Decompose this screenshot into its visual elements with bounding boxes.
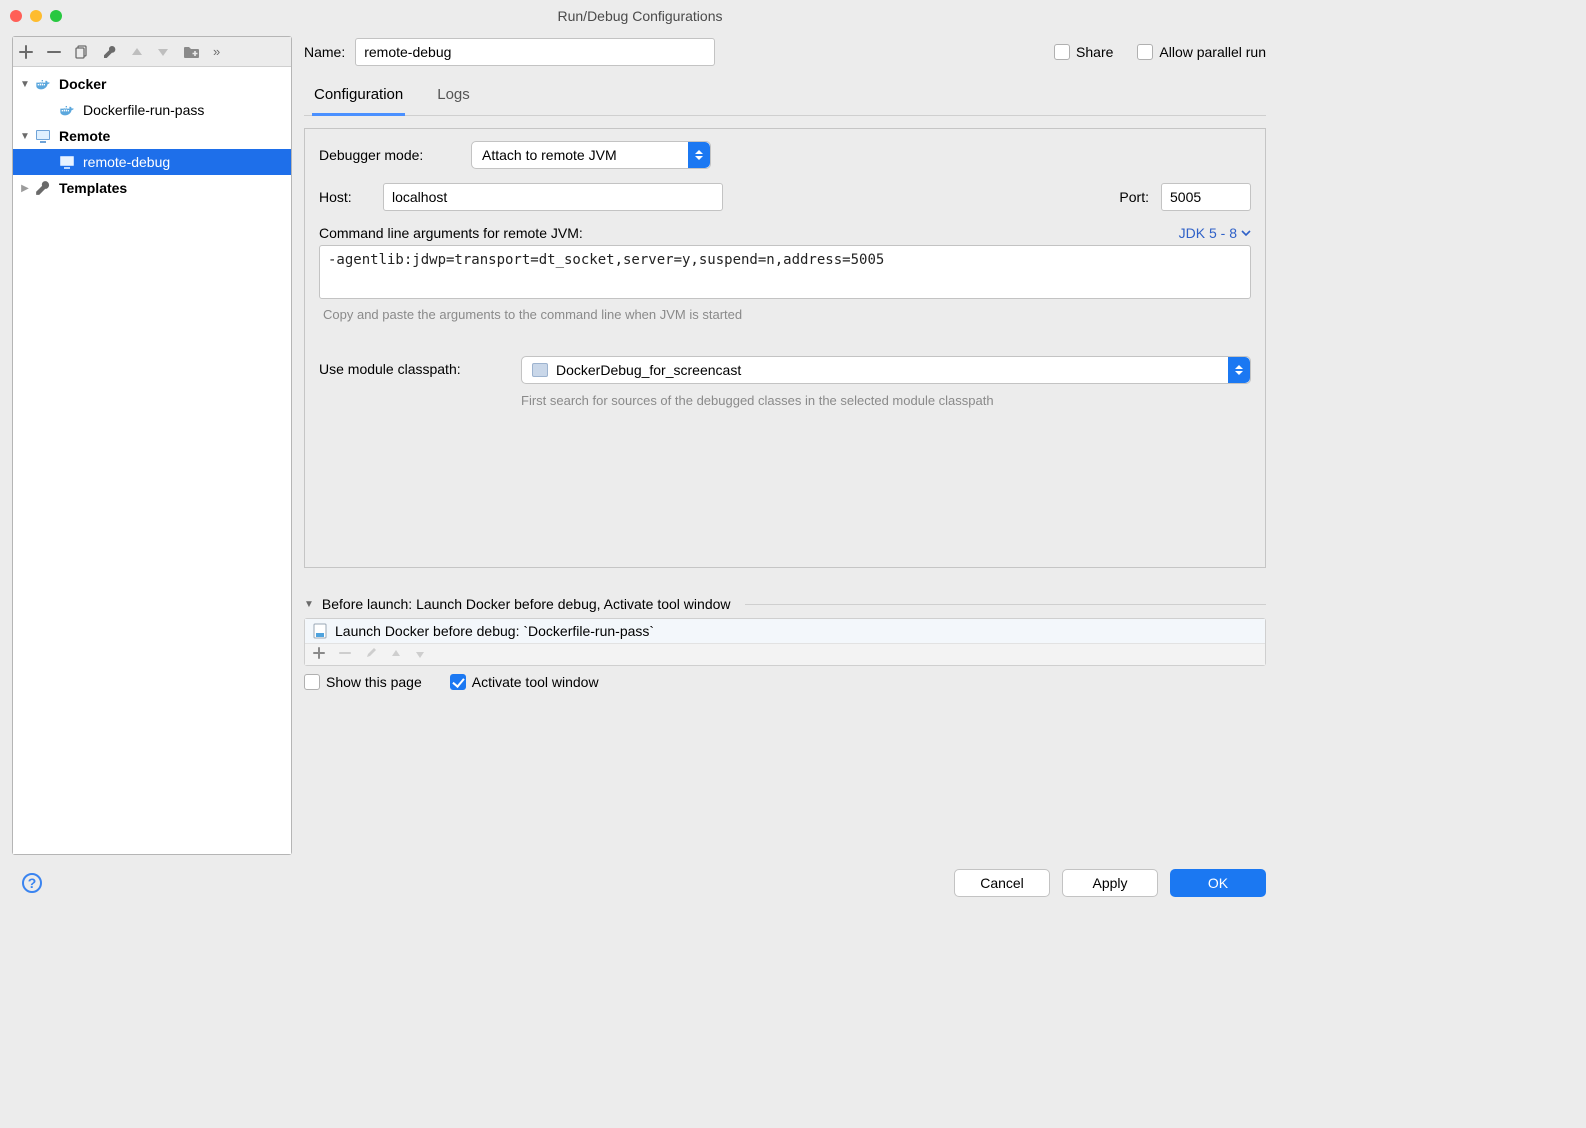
- docker-page-icon: [313, 623, 327, 639]
- cmdline-hint: Copy and paste the arguments to the comm…: [319, 307, 1251, 322]
- share-checkbox-wrap: Share: [1054, 44, 1113, 60]
- tree-item-label[interactable]: Dockerfile-run-pass: [79, 102, 204, 118]
- tree-item-remote-debug: remote-debug: [13, 149, 291, 175]
- activate-tool-window-checkbox-wrap: Activate tool window: [450, 674, 599, 690]
- host-label: Host:: [319, 189, 371, 205]
- window-title: Run/Debug Configurations: [0, 8, 1280, 24]
- before-launch-item-label: Launch Docker before debug: `Dockerfile-…: [335, 623, 654, 639]
- tab-logs[interactable]: Logs: [435, 80, 472, 115]
- edit-icon: [365, 647, 377, 662]
- cancel-button[interactable]: Cancel: [954, 869, 1050, 897]
- jdk-selector[interactable]: JDK 5 - 8: [1179, 225, 1251, 241]
- jdk-label: JDK 5 - 8: [1179, 225, 1237, 241]
- select-stepper-icon: [1228, 357, 1250, 383]
- show-this-page-checkbox-wrap: Show this page: [304, 674, 422, 690]
- port-label: Port:: [1119, 189, 1149, 205]
- move-up-icon: [131, 46, 143, 58]
- tree-node-docker: ▼ Docker: [13, 71, 291, 97]
- debugger-mode-select[interactable]: Attach to remote JVM: [471, 141, 711, 169]
- docker-icon: [59, 102, 75, 118]
- module-classpath-select[interactable]: DockerDebug_for_screencast: [521, 356, 1251, 384]
- chevron-down-icon[interactable]: ▼: [19, 131, 31, 142]
- chevron-down-icon: [1241, 228, 1251, 238]
- tab-configuration[interactable]: Configuration: [312, 80, 405, 116]
- move-down-icon: [157, 46, 169, 58]
- remote-icon: [59, 154, 75, 170]
- add-icon[interactable]: [19, 45, 33, 59]
- apply-button[interactable]: Apply: [1062, 869, 1158, 897]
- debugger-mode-label: Debugger mode:: [319, 147, 459, 163]
- before-launch-header: Before launch: Launch Docker before debu…: [322, 596, 731, 612]
- copy-icon[interactable]: [75, 45, 89, 59]
- divider: [745, 604, 1267, 605]
- module-classpath-value: DockerDebug_for_screencast: [548, 362, 741, 378]
- activate-tool-window-label: Activate tool window: [472, 674, 599, 690]
- titlebar: Run/Debug Configurations: [0, 0, 1280, 32]
- show-this-page-label: Show this page: [326, 674, 422, 690]
- allow-parallel-checkbox-wrap: Allow parallel run: [1137, 44, 1266, 60]
- before-launch-section: ▼ Before launch: Launch Docker before de…: [304, 596, 1266, 690]
- chevron-down-icon[interactable]: ▼: [304, 599, 314, 610]
- share-label: Share: [1076, 44, 1113, 60]
- module-classpath-label: Use module classpath:: [319, 356, 509, 377]
- ok-button[interactable]: OK: [1170, 869, 1266, 897]
- overflow-icon[interactable]: »: [213, 44, 220, 59]
- allow-parallel-checkbox[interactable]: [1137, 44, 1153, 60]
- module-classpath-help: First search for sources of the debugged…: [521, 392, 1251, 410]
- tree-node-remote: ▼ Remote: [13, 123, 291, 149]
- share-checkbox[interactable]: [1054, 44, 1070, 60]
- docker-icon: [35, 76, 51, 92]
- port-input[interactable]: [1161, 183, 1251, 211]
- name-label: Name:: [304, 44, 345, 60]
- help-icon[interactable]: ?: [22, 873, 42, 893]
- debugger-mode-value: Attach to remote JVM: [482, 147, 617, 163]
- cmdline-textarea[interactable]: -agentlib:jdwp=transport=dt_socket,serve…: [319, 245, 1251, 299]
- tree-item-label[interactable]: remote-debug: [79, 154, 170, 170]
- tab-row: Configuration Logs: [304, 80, 1266, 116]
- remote-icon: [35, 128, 51, 144]
- remove-icon: [339, 647, 351, 662]
- move-down-icon: [415, 647, 425, 662]
- tree-node-label[interactable]: Templates: [55, 180, 127, 196]
- before-launch-item[interactable]: Launch Docker before debug: `Dockerfile-…: [305, 619, 1265, 643]
- tree-item-dockerfile-run-pass: Dockerfile-run-pass: [13, 97, 291, 123]
- name-input[interactable]: [355, 38, 715, 66]
- add-icon[interactable]: [313, 647, 325, 662]
- tree-node-label[interactable]: Remote: [55, 128, 110, 144]
- select-stepper-icon: [688, 142, 710, 168]
- host-input[interactable]: [383, 183, 723, 211]
- tree-node-label[interactable]: Docker: [55, 76, 106, 92]
- allow-parallel-label: Allow parallel run: [1159, 44, 1266, 60]
- wrench-icon: [35, 180, 51, 196]
- module-folder-icon: [532, 363, 548, 377]
- remove-icon[interactable]: [47, 45, 61, 59]
- chevron-right-icon[interactable]: ▶: [19, 183, 31, 194]
- show-this-page-checkbox[interactable]: [304, 674, 320, 690]
- move-up-icon: [391, 647, 401, 662]
- tree-node-templates: ▶ Templates: [13, 175, 291, 201]
- dialog-button-row: ? Cancel Apply OK: [0, 855, 1280, 911]
- config-tree[interactable]: ▼ Docker Dockerfile-run-pass ▼ Remote re…: [13, 67, 291, 854]
- chevron-down-icon[interactable]: ▼: [19, 79, 31, 90]
- wrench-icon[interactable]: [103, 45, 117, 59]
- config-sidebar: » ▼ Docker Dockerfile-run-pass ▼ Remote …: [12, 36, 292, 855]
- configuration-panel: Debugger mode: Attach to remote JVM Host…: [304, 128, 1266, 568]
- cmdline-label: Command line arguments for remote JVM:: [319, 225, 583, 241]
- folder-icon[interactable]: [183, 45, 199, 59]
- activate-tool-window-checkbox[interactable]: [450, 674, 466, 690]
